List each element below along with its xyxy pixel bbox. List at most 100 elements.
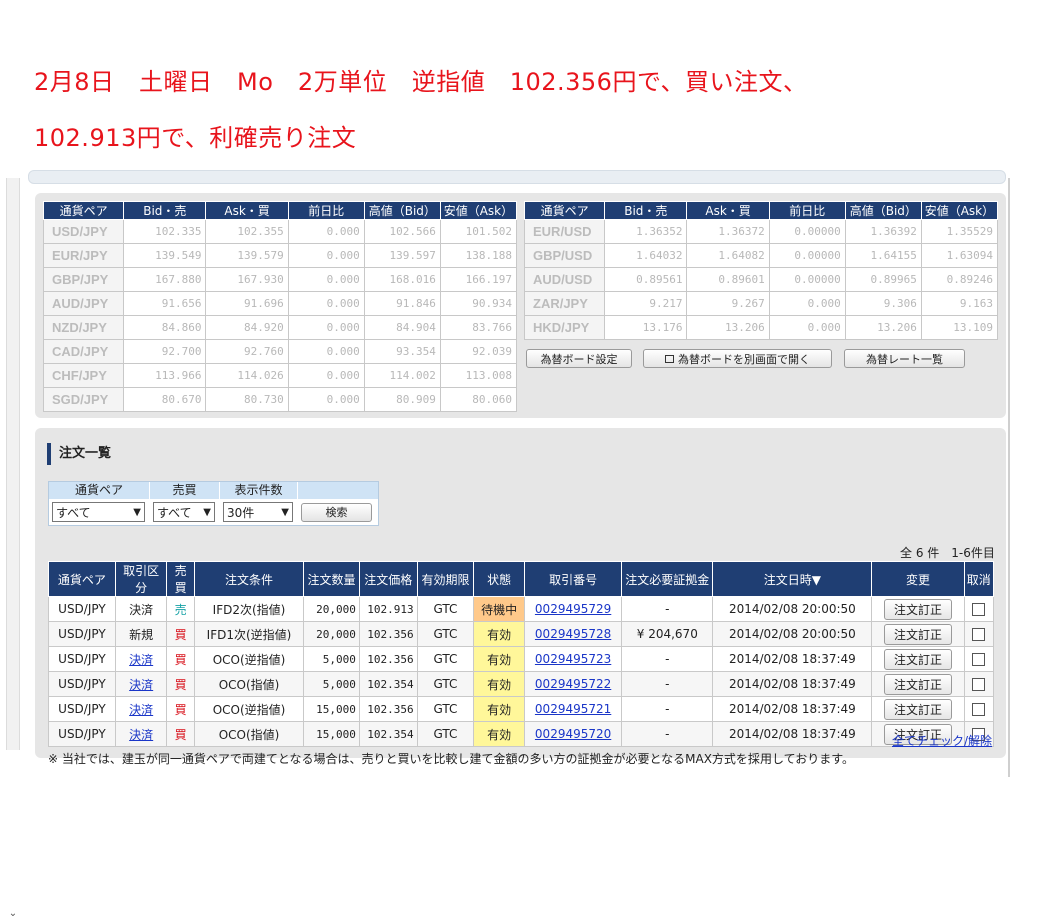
rate-row[interactable]: USD/JPY 102.335 102.355 0.000 102.566 101.502 — [42, 219, 518, 244]
scroll-down-icon[interactable]: ⌄ — [6, 908, 20, 924]
rate-change: 0.000 — [287, 219, 365, 244]
scroll-track[interactable] — [6, 178, 20, 750]
rate-change: 0.000 — [287, 363, 365, 388]
order-type-link[interactable]: 決済 — [129, 653, 153, 667]
rate-row[interactable]: AUD/USD 0.89561 0.89601 0.00000 0.89965 0.892… — [523, 267, 999, 292]
side-select[interactable]: すべて ▼ — [153, 502, 215, 522]
order-edit-cell: 注文訂正 — [871, 646, 965, 672]
open-rate-board-window-button[interactable]: 為替ボードを別画面で開く — [643, 349, 832, 368]
order-header-10[interactable]: 注文日時▼ — [712, 561, 873, 597]
order-margin: - — [621, 696, 714, 722]
rate-board-settings-button[interactable]: 為替ボード設定 — [526, 349, 632, 368]
rate-high: 168.016 — [363, 267, 441, 292]
cancel-checkbox[interactable] — [972, 628, 986, 641]
rate-low: 166.197 — [439, 267, 518, 292]
rate-change: 0.000 — [768, 315, 846, 340]
order-price: 102.356 — [358, 646, 418, 672]
rate-list-button[interactable]: 為替レート一覧 — [844, 349, 965, 368]
cancel-checkbox[interactable] — [972, 678, 986, 691]
rate-bid: 1.64032 — [604, 243, 688, 268]
side-select-value: すべて — [157, 505, 192, 520]
rate-row[interactable]: CAD/JPY 92.700 92.760 0.000 93.354 92.039 — [42, 339, 518, 364]
rate-ask: 114.026 — [205, 363, 289, 388]
rate-bid: 80.670 — [123, 387, 207, 412]
rate-change: 0.000 — [287, 339, 365, 364]
order-margin: - — [621, 671, 714, 697]
rate-bid: 92.700 — [123, 339, 207, 364]
search-button[interactable]: 検索 — [301, 502, 372, 522]
order-header-4: 注文数量 — [303, 561, 360, 597]
rate-row[interactable]: CHF/JPY 113.966 114.026 0.000 114.002 113.008 — [42, 363, 518, 388]
rate-bid: 84.860 — [123, 315, 207, 340]
order-row: USD/JPY 決済売 IFD2次(指値) 20,000 102.913 GTC 待機中 00… — [48, 596, 995, 622]
order-id-link[interactable]: 0029495722 — [535, 677, 611, 691]
order-condition: OCO(逆指値) — [193, 696, 305, 722]
edit-order-button[interactable]: 注文訂正 — [883, 598, 952, 620]
pair-select[interactable]: すべて ▼ — [52, 502, 145, 522]
order-pair: USD/JPY — [48, 621, 116, 647]
rate-row[interactable]: EUR/JPY 139.549 139.579 0.000 139.597 138.188 — [42, 243, 518, 268]
rate-header-1: Bid・売 — [123, 201, 207, 220]
order-list-title: 注文一覧 — [47, 443, 111, 465]
order-id-link[interactable]: 0029495720 — [535, 727, 611, 741]
order-quantity: 15,000 — [303, 721, 360, 747]
edit-order-button[interactable]: 注文訂正 — [883, 673, 952, 695]
rate-high: 102.566 — [363, 219, 441, 244]
order-edit-cell: 注文訂正 — [871, 696, 965, 722]
rate-pair: USD/JPY — [42, 219, 125, 244]
rate-low: 92.039 — [439, 339, 518, 364]
rate-row[interactable]: NZD/JPY 84.860 84.920 0.000 84.904 83.766 — [42, 315, 518, 340]
rate-row[interactable]: EUR/USD 1.36352 1.36372 0.00000 1.36392 1.355… — [523, 219, 999, 244]
order-id-link[interactable]: 0029495721 — [535, 702, 611, 716]
order-type-link[interactable]: 決済 — [129, 703, 153, 717]
rate-list-label: 為替レート一覧 — [866, 352, 943, 366]
window-icon — [665, 354, 674, 363]
order-side: 買 — [166, 721, 195, 747]
rate-ask: 0.89601 — [686, 267, 770, 292]
top-panel-edge — [28, 170, 1006, 184]
order-price: 102.356 — [358, 696, 418, 722]
edit-order-button[interactable]: 注文訂正 — [883, 698, 952, 720]
rate-low: 138.188 — [439, 243, 518, 268]
rate-high: 139.597 — [363, 243, 441, 268]
order-id-link[interactable]: 0029495729 — [535, 602, 611, 616]
rate-pair: HKD/JPY — [523, 315, 606, 340]
rate-row[interactable]: AUD/JPY 91.656 91.696 0.000 91.846 90.934 — [42, 291, 518, 316]
order-id-link[interactable]: 0029495723 — [535, 652, 611, 666]
edit-order-button[interactable]: 注文訂正 — [883, 623, 952, 645]
order-type-link[interactable]: 決済 — [129, 728, 153, 742]
rate-bid: 13.176 — [604, 315, 688, 340]
chevron-down-icon: ▼ — [281, 506, 289, 518]
rate-row[interactable]: HKD/JPY 13.176 13.206 0.000 13.206 13.109 — [523, 315, 999, 340]
rate-header-5: 安値（Ask） — [439, 201, 518, 220]
rate-change: 0.00000 — [768, 267, 846, 292]
order-type-link[interactable]: 決済 — [129, 678, 153, 692]
order-side: 売 — [166, 596, 195, 622]
order-id-cell: 0029495729 — [523, 596, 623, 622]
cancel-checkbox[interactable] — [972, 653, 986, 666]
edit-order-button[interactable]: 注文訂正 — [883, 648, 952, 670]
order-expiry: GTC — [416, 646, 475, 672]
rate-ask: 139.579 — [205, 243, 289, 268]
cancel-checkbox[interactable] — [972, 703, 986, 716]
rate-pair: CAD/JPY — [42, 339, 125, 364]
order-datetime: 2014/02/08 20:00:50 — [712, 596, 873, 622]
left-scrollbar[interactable]: ⌄ — [0, 178, 24, 919]
check-all-link[interactable]: 全てチェック/解除 — [892, 732, 992, 749]
rate-ask: 167.930 — [205, 267, 289, 292]
order-expiry: GTC — [416, 721, 475, 747]
count-select[interactable]: 30件 ▼ — [223, 502, 293, 522]
cancel-checkbox[interactable] — [972, 603, 986, 616]
rate-header-2: Ask・買 — [205, 201, 289, 220]
rate-ask: 84.920 — [205, 315, 289, 340]
order-side: 買 — [166, 646, 195, 672]
rate-row[interactable]: GBP/JPY 167.880 167.930 0.000 168.016 166.197 — [42, 267, 518, 292]
rate-low: 13.109 — [920, 315, 999, 340]
pair-select-value: すべて — [56, 505, 91, 520]
rate-row[interactable]: GBP/USD 1.64032 1.64082 0.00000 1.64155 1.630… — [523, 243, 999, 268]
rate-change: 0.000 — [287, 387, 365, 412]
rate-board-right: 通貨ペア Bid・売 Ask・買 前日比 高値（Bid） 安値（Ask） EUR/USD 1… — [523, 201, 999, 340]
order-id-link[interactable]: 0029495728 — [535, 627, 611, 641]
rate-row[interactable]: SGD/JPY 80.670 80.730 0.000 80.909 80.060 — [42, 387, 518, 412]
rate-row[interactable]: ZAR/JPY 9.217 9.267 0.000 9.306 9.163 — [523, 291, 999, 316]
